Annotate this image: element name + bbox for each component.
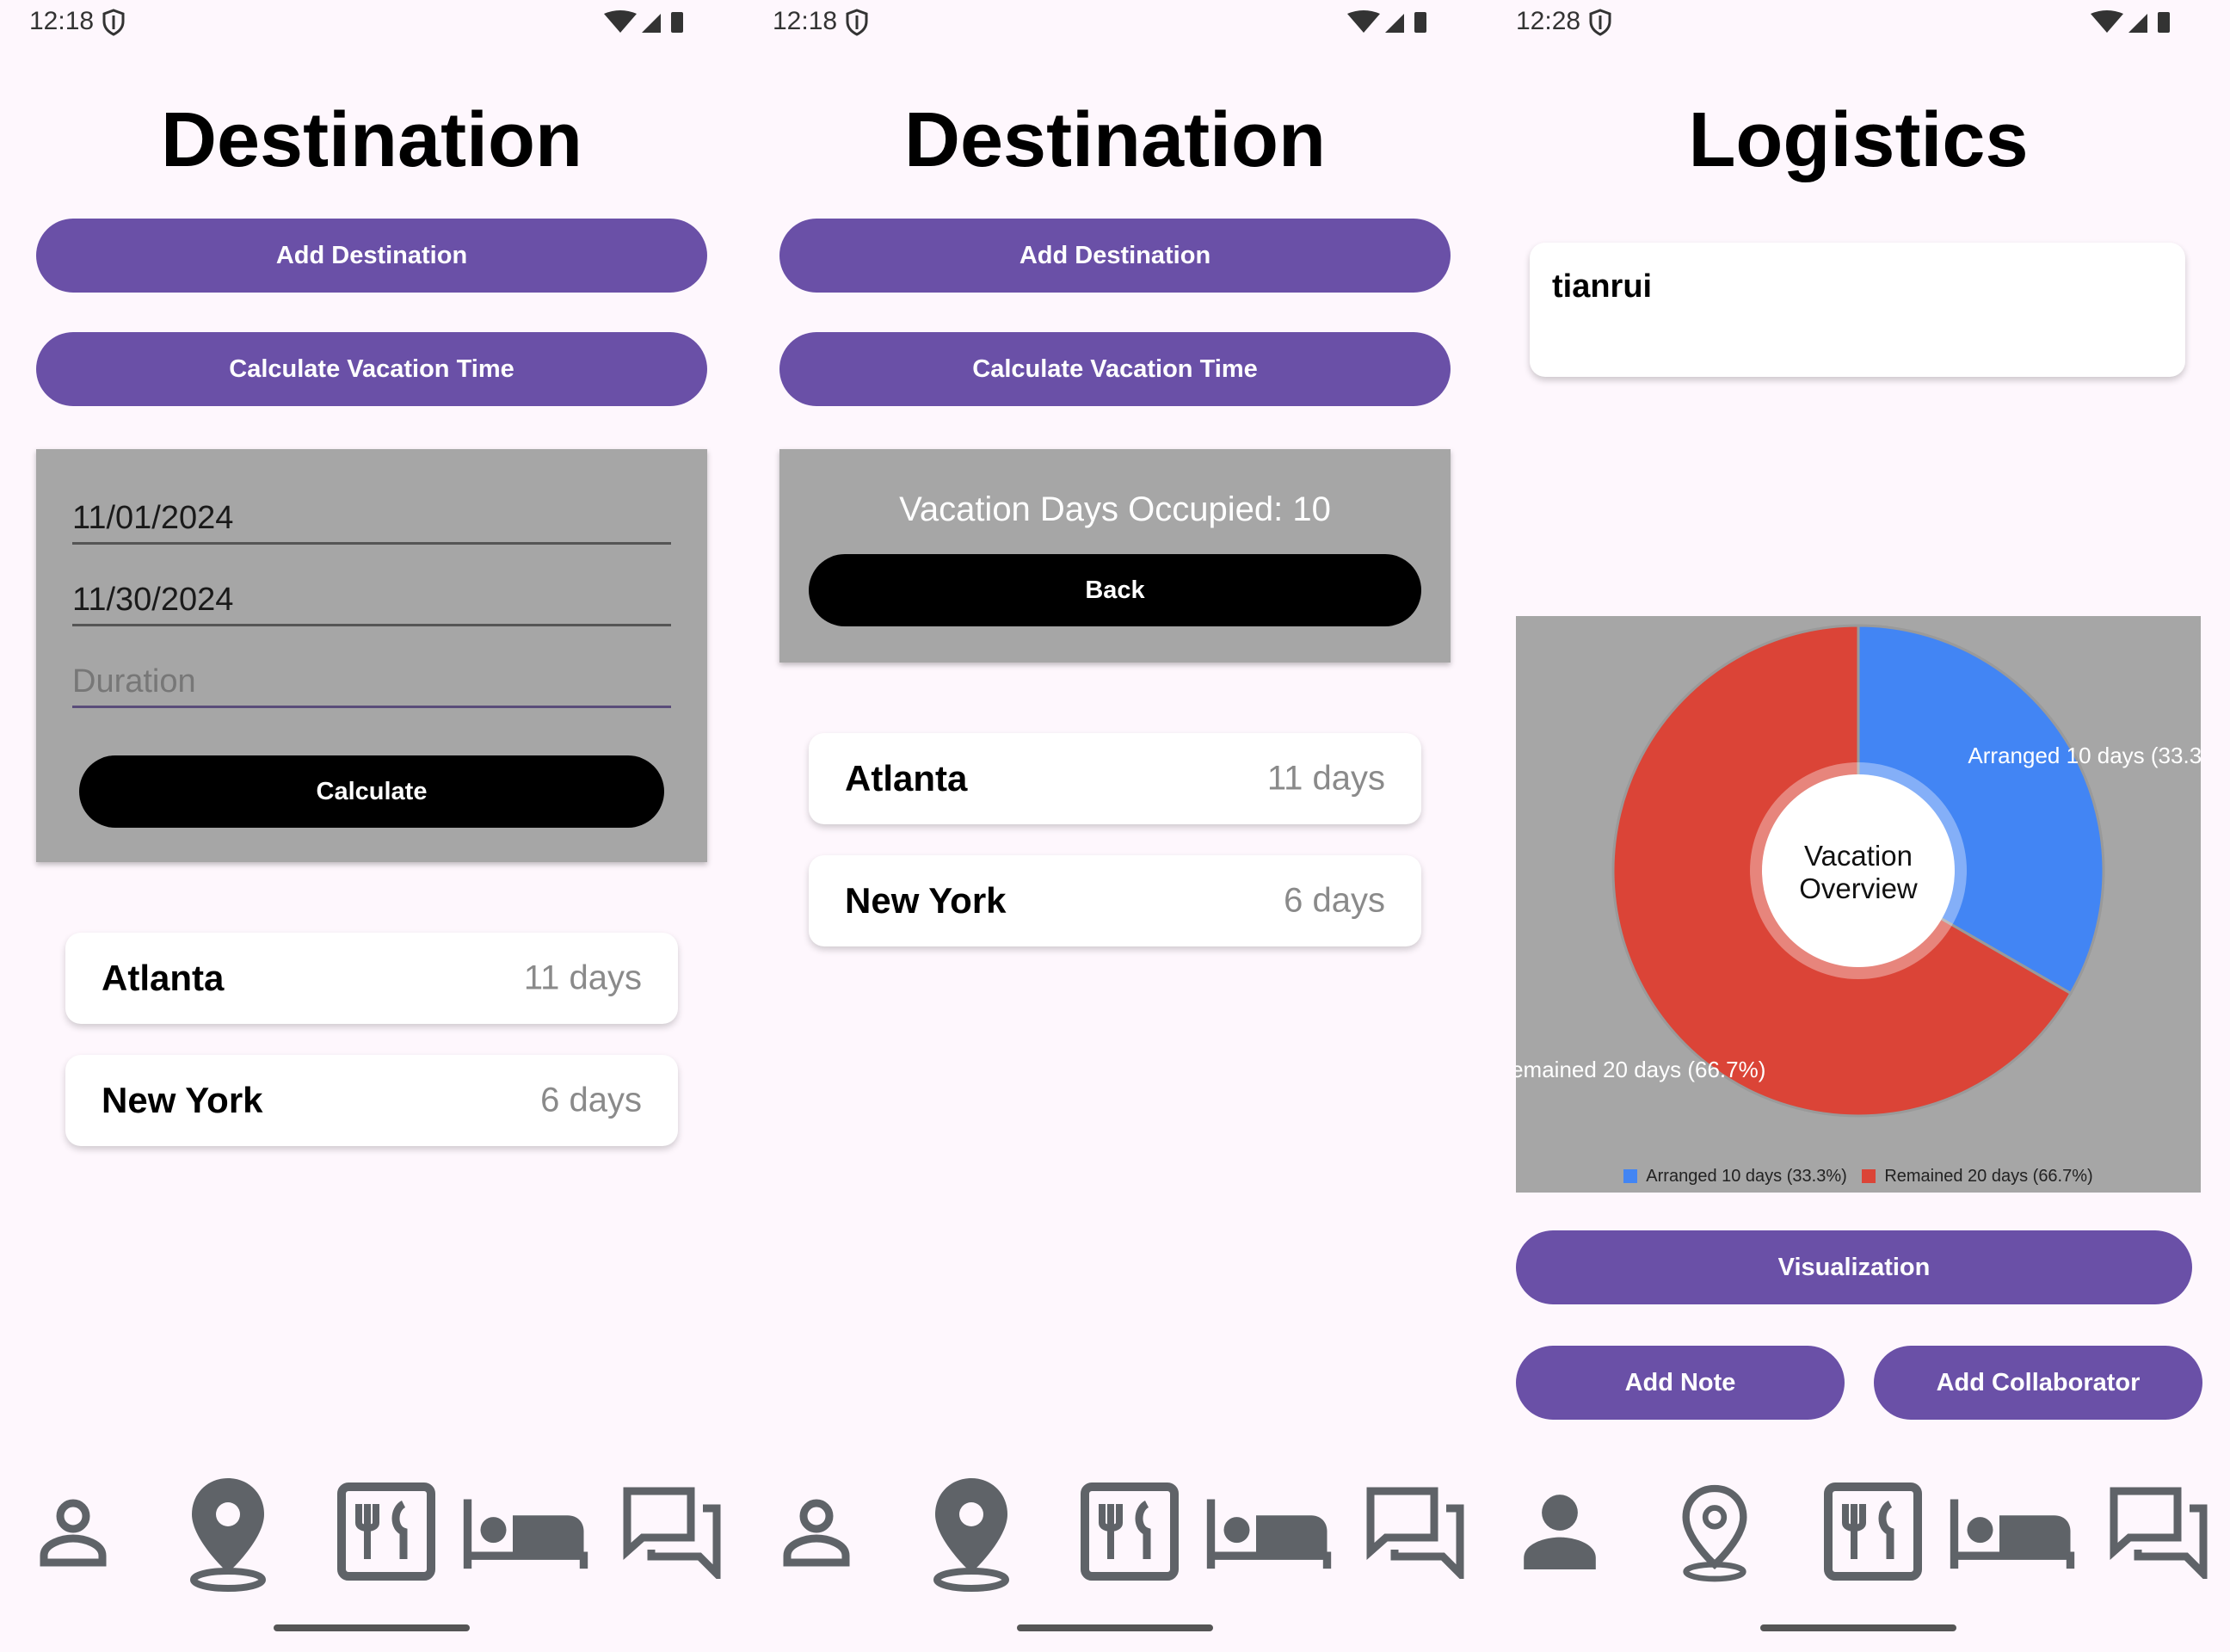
shield-icon xyxy=(102,9,125,36)
nav-restaurant[interactable] xyxy=(322,1463,451,1600)
restaurant-icon xyxy=(1081,1482,1179,1581)
system-status-icons xyxy=(2091,10,2170,33)
destination-screen-result: 12:18 Destination Add Destination Calcul… xyxy=(743,0,1487,1652)
donut-center-label-2: Overview xyxy=(1799,872,1918,904)
calculate-button[interactable]: Calculate xyxy=(79,755,664,828)
restaurant-icon xyxy=(337,1482,435,1581)
nav-restaurant[interactable] xyxy=(1808,1463,1937,1600)
end-date-field[interactable]: 11/30/2024 xyxy=(72,572,671,626)
nav-hotel[interactable] xyxy=(461,1463,590,1600)
vacation-days-occupied: Vacation Days Occupied: 10 xyxy=(899,490,1331,528)
destination-days: 6 days xyxy=(1284,881,1385,920)
legend-swatch-arranged xyxy=(1623,1169,1638,1183)
page-title: Destination xyxy=(160,97,583,183)
add-note-button[interactable]: Add Note xyxy=(1516,1346,1845,1420)
nav-profile[interactable] xyxy=(1495,1463,1624,1600)
nav-destination[interactable] xyxy=(163,1463,293,1600)
destination-card[interactable]: Atlanta 11 days xyxy=(65,933,678,1024)
status-bar: 12:18 xyxy=(743,0,1487,45)
destination-name: Atlanta xyxy=(102,958,225,998)
home-indicator[interactable] xyxy=(274,1624,470,1631)
hotel-bed-icon xyxy=(463,1499,588,1569)
location-pin-icon xyxy=(1682,1484,1747,1582)
nav-chat[interactable] xyxy=(607,1463,736,1600)
destination-name: Atlanta xyxy=(845,758,968,798)
nav-chat[interactable] xyxy=(1351,1463,1480,1600)
nav-profile[interactable] xyxy=(9,1463,138,1600)
destination-card[interactable]: Atlanta 11 days xyxy=(809,733,1421,824)
bottom-navigation xyxy=(1487,1463,2230,1600)
destination-screen-form: 12:18 Destination Add Destination Calcul… xyxy=(0,0,743,1652)
calculate-vacation-time-button[interactable]: Calculate Vacation Time xyxy=(779,332,1451,406)
vacation-pie-chart: Arranged 10 days (33.3%) Remained 20 days… xyxy=(1516,616,2201,1193)
system-status-icons xyxy=(604,10,683,33)
visualization-button[interactable]: Visualization xyxy=(1516,1230,2192,1304)
restaurant-icon xyxy=(1824,1482,1922,1581)
page-title: Logistics xyxy=(1688,97,2029,183)
nav-chat[interactable] xyxy=(2094,1463,2223,1600)
home-indicator[interactable] xyxy=(1017,1624,1213,1631)
status-bar: 12:18 xyxy=(0,0,743,45)
system-status-icons xyxy=(1347,10,1426,33)
shield-icon xyxy=(846,9,868,36)
note-card[interactable]: tianrui xyxy=(1530,243,2185,377)
duration-field[interactable]: Duration xyxy=(72,654,671,708)
destination-days: 11 days xyxy=(523,959,642,997)
shield-icon xyxy=(1589,9,1611,36)
back-button[interactable]: Back xyxy=(809,554,1421,626)
status-bar: 12:28 xyxy=(1487,0,2230,45)
nav-hotel[interactable] xyxy=(1948,1463,2077,1600)
note-text: tianrui xyxy=(1552,268,1653,305)
legend-item-arranged: Arranged 10 days (33.3%) xyxy=(1623,1167,1847,1186)
hotel-bed-icon xyxy=(1206,1499,1332,1569)
bottom-navigation xyxy=(0,1463,743,1600)
calculate-vacation-time-button[interactable]: Calculate Vacation Time xyxy=(36,332,707,406)
destination-name: New York xyxy=(845,880,1007,921)
vacation-result-card: Vacation Days Occupied: 10 Back xyxy=(779,449,1451,663)
status-time: 12:18 xyxy=(29,7,95,35)
nav-restaurant[interactable] xyxy=(1065,1463,1194,1600)
home-indicator[interactable] xyxy=(1760,1624,1956,1631)
legend-swatch-remained xyxy=(1862,1169,1876,1183)
pie-slice-label-0: Arranged 10 days (33.3%) xyxy=(1968,743,2201,768)
status-time: 12:18 xyxy=(773,7,838,35)
nav-profile[interactable] xyxy=(752,1463,881,1600)
person-icon xyxy=(40,1499,107,1567)
location-pin-icon xyxy=(190,1478,266,1592)
destination-name: New York xyxy=(102,1080,263,1120)
hotel-bed-icon xyxy=(1950,1499,2075,1569)
chat-icon xyxy=(1366,1487,1464,1579)
nav-destination[interactable] xyxy=(907,1463,1036,1600)
pie-chart-svg: Arranged 10 days (33.3%) Remained 20 days… xyxy=(1516,624,2201,1118)
add-destination-button[interactable]: Add Destination xyxy=(36,219,707,293)
legend-label-arranged: Arranged 10 days (33.3%) xyxy=(1646,1167,1847,1186)
chart-legend: Arranged 10 days (33.3%) Remained 20 day… xyxy=(1516,1167,2201,1187)
nav-destination[interactable] xyxy=(1650,1463,1779,1600)
chat-icon xyxy=(623,1487,721,1579)
bottom-navigation xyxy=(743,1463,1487,1600)
destination-days: 6 days xyxy=(540,1081,642,1119)
page-title: Destination xyxy=(903,97,1327,183)
start-date-value: 11/01/2024 xyxy=(72,500,234,536)
destination-card[interactable]: New York 6 days xyxy=(809,855,1421,946)
legend-item-remained: Remained 20 days (66.7%) xyxy=(1862,1167,2093,1186)
add-collaborator-button[interactable]: Add Collaborator xyxy=(1874,1346,2202,1420)
pie-slice-label-1: Remained 20 days (66.7%) xyxy=(1516,1057,1765,1082)
logistics-screen: 12:28 Logistics tianrui Arranged 10 days… xyxy=(1487,0,2230,1652)
vacation-calculator-card: 11/01/2024 11/30/2024 Duration Calculate xyxy=(36,449,707,862)
person-icon xyxy=(1524,1495,1596,1569)
destination-days: 11 days xyxy=(1266,759,1385,798)
duration-placeholder: Duration xyxy=(72,663,196,700)
add-destination-button[interactable]: Add Destination xyxy=(779,219,1451,293)
status-time: 12:28 xyxy=(1516,7,1581,35)
chat-icon xyxy=(2110,1487,2208,1579)
destination-card[interactable]: New York 6 days xyxy=(65,1055,678,1146)
location-pin-icon xyxy=(933,1478,1009,1592)
legend-label-remained: Remained 20 days (66.7%) xyxy=(1884,1167,2093,1186)
nav-hotel[interactable] xyxy=(1204,1463,1334,1600)
end-date-value: 11/30/2024 xyxy=(72,582,234,618)
person-icon xyxy=(783,1499,850,1567)
start-date-field[interactable]: 11/01/2024 xyxy=(72,490,671,545)
donut-center-label-1: Vacation xyxy=(1804,840,1913,872)
